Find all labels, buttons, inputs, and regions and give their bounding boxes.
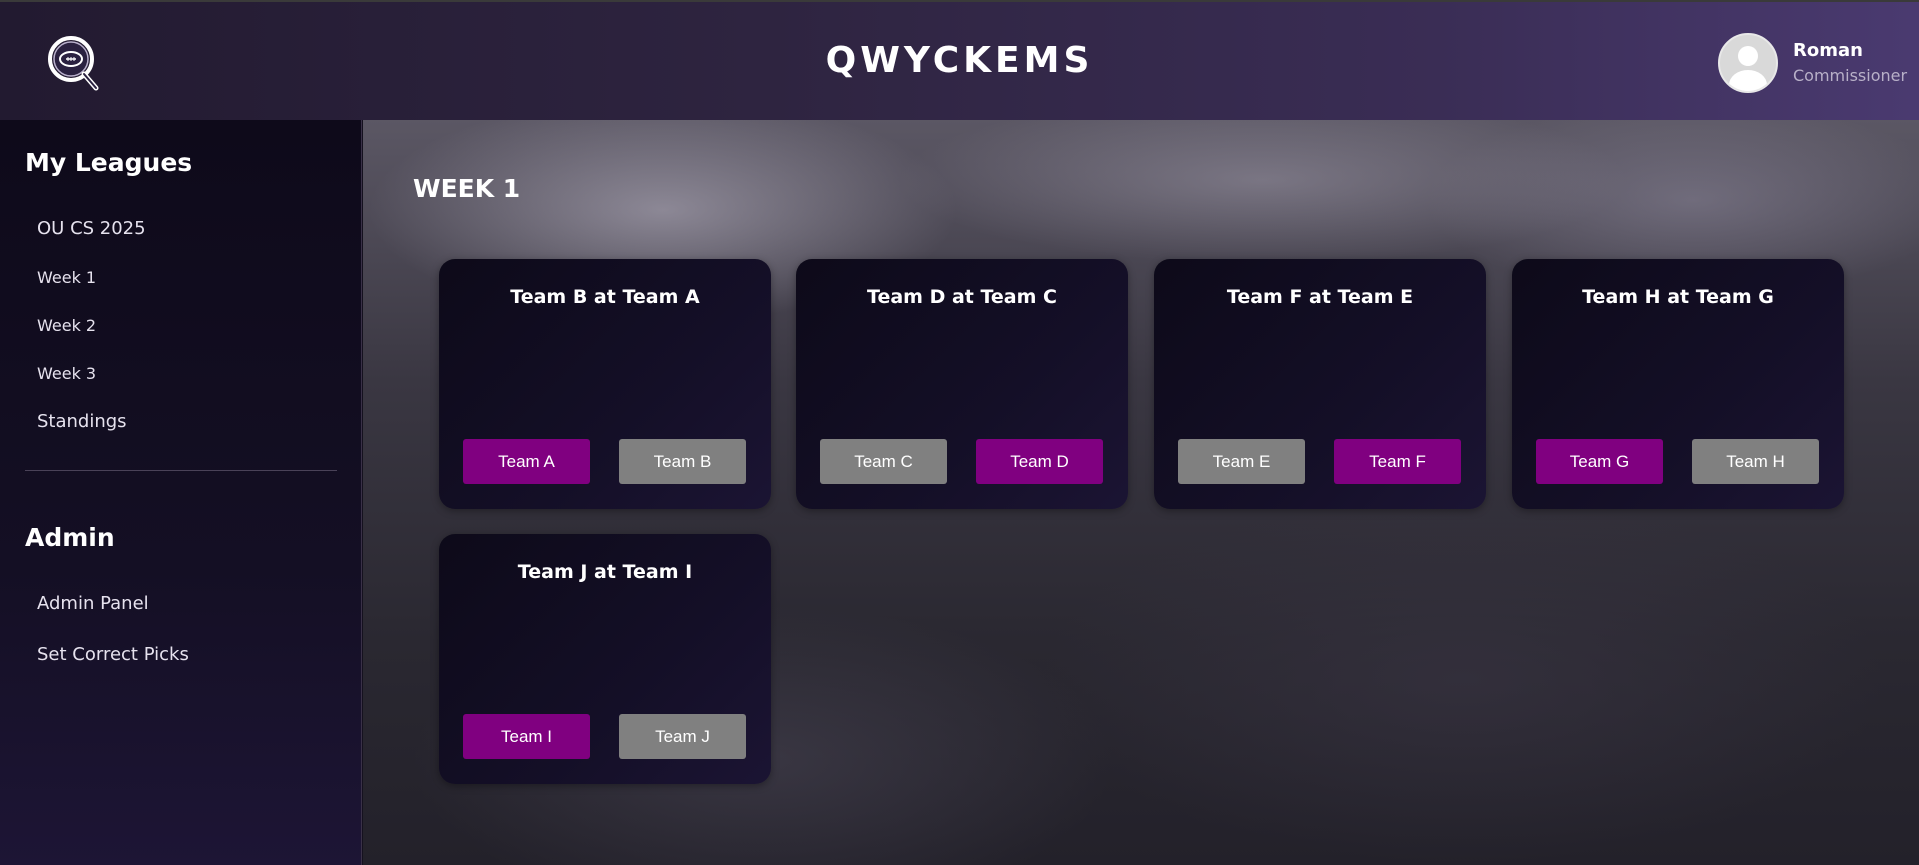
sidebar-item-week-1[interactable]: Week 1 xyxy=(37,268,96,287)
sidebar-item-week-3[interactable]: Week 3 xyxy=(37,364,96,383)
game-title: Team D at Team C xyxy=(867,286,1057,308)
sidebar-divider xyxy=(25,470,337,471)
sidebar: My Leagues OU CS 2025 Week 1 Week 2 Week… xyxy=(0,120,362,865)
pick-home-button[interactable]: Team A xyxy=(463,439,590,484)
user-name[interactable]: Roman xyxy=(1793,40,1863,61)
pick-home-button[interactable]: Team C xyxy=(820,439,947,484)
app-root: QWYCKEMS Roman Commissioner My Leagues O… xyxy=(0,0,1919,865)
admin-heading: Admin xyxy=(25,523,115,552)
game-title: Team B at Team A xyxy=(510,286,700,308)
pick-away-button[interactable]: Team J xyxy=(619,714,746,759)
game-title: Team J at Team I xyxy=(517,561,693,583)
game-card: Team F at Team E Team E Team F xyxy=(1154,259,1486,509)
pick-home-button[interactable]: Team G xyxy=(1536,439,1663,484)
game-title: Team F at Team E xyxy=(1226,286,1414,308)
page-title: WEEK 1 xyxy=(413,174,521,203)
top-header: QWYCKEMS Roman Commissioner xyxy=(0,0,1919,120)
pick-away-button[interactable]: Team B xyxy=(619,439,746,484)
game-title: Team H at Team G xyxy=(1582,286,1774,308)
main-content: WEEK 1 Team B at Team A Team A Team B Te… xyxy=(363,120,1919,865)
user-avatar-icon[interactable] xyxy=(1718,33,1778,93)
app-title: QWYCKEMS xyxy=(825,40,1094,81)
game-card: Team J at Team I Team I Team J xyxy=(439,534,771,784)
sidebar-item-admin-panel[interactable]: Admin Panel xyxy=(37,593,149,614)
sidebar-item-standings[interactable]: Standings xyxy=(37,411,127,432)
game-card: Team B at Team A Team A Team B xyxy=(439,259,771,509)
sidebar-item-league[interactable]: OU CS 2025 xyxy=(37,218,146,239)
user-role: Commissioner xyxy=(1793,66,1908,85)
pick-away-button[interactable]: Team D xyxy=(976,439,1103,484)
pick-home-button[interactable]: Team E xyxy=(1178,439,1305,484)
game-card: Team H at Team G Team G Team H xyxy=(1512,259,1844,509)
game-card: Team D at Team C Team C Team D xyxy=(796,259,1128,509)
my-leagues-heading: My Leagues xyxy=(25,148,193,177)
pick-away-button[interactable]: Team F xyxy=(1334,439,1461,484)
pick-home-button[interactable]: Team I xyxy=(463,714,590,759)
pick-away-button[interactable]: Team H xyxy=(1692,439,1819,484)
sidebar-item-set-correct-picks[interactable]: Set Correct Picks xyxy=(37,644,189,665)
sidebar-item-week-2[interactable]: Week 2 xyxy=(37,316,96,335)
